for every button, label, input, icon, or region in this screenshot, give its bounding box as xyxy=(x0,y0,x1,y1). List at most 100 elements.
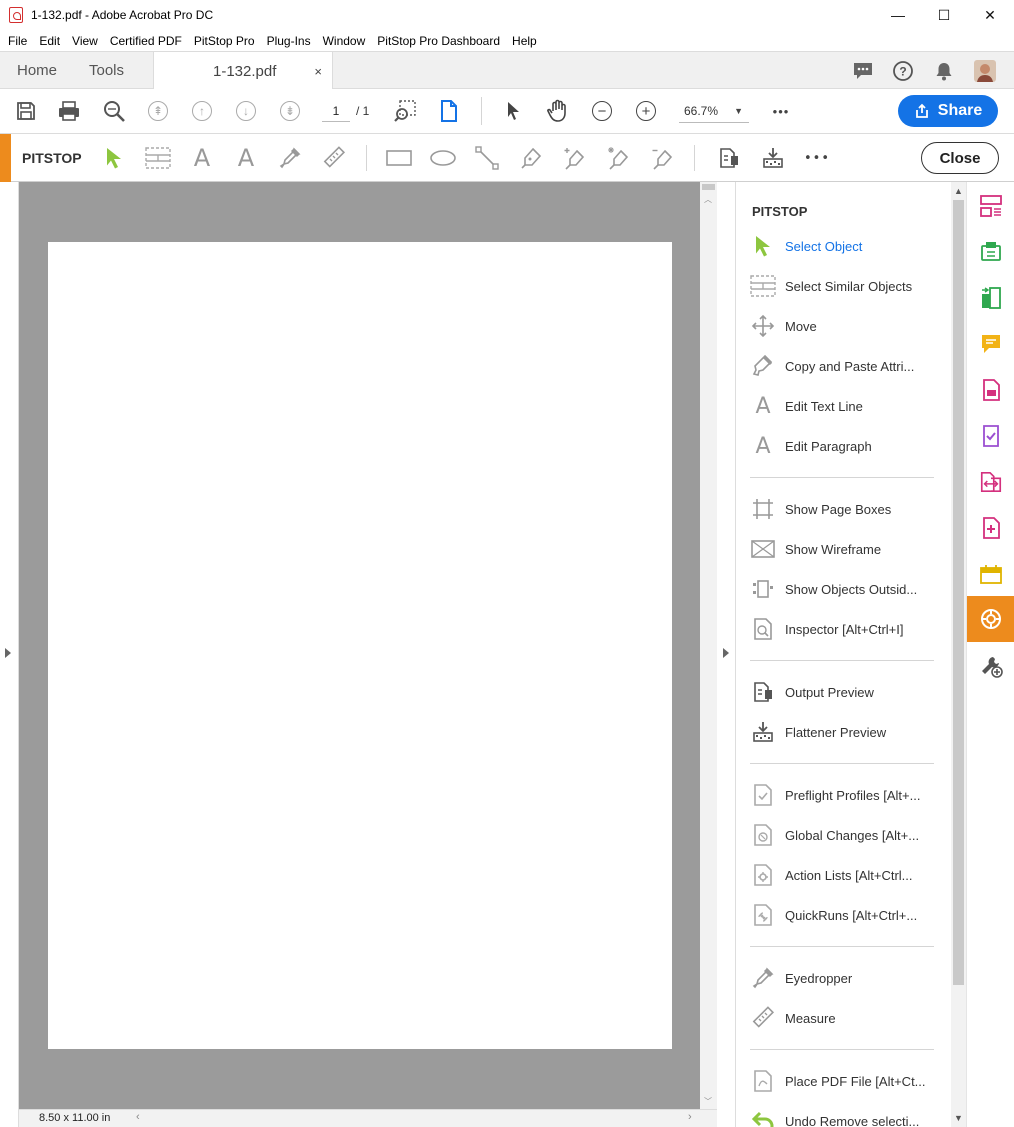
previous-page-icon[interactable]: ↑ xyxy=(189,98,215,124)
tab-close-icon[interactable]: × xyxy=(314,64,322,79)
output-preview-tool-icon[interactable] xyxy=(715,145,743,171)
panel-item-select-object[interactable]: Select Object xyxy=(736,226,951,266)
menu-file[interactable]: File xyxy=(2,34,33,48)
panel-item-flattener-preview[interactable]: Flattener Preview xyxy=(736,712,951,752)
menu-window[interactable]: Window xyxy=(317,34,372,48)
add-anchor-tool-icon[interactable] xyxy=(561,145,589,171)
panel-item-show-objects-outside[interactable]: Show Objects Outsid... xyxy=(736,569,951,609)
select-object-tool-icon[interactable] xyxy=(100,145,128,171)
panel-item-preflight-profiles[interactable]: Preflight Profiles [Alt+... xyxy=(736,775,951,815)
panel-item-edit-text-line[interactable]: A Edit Text Line xyxy=(736,386,951,426)
panel-item-move[interactable]: Move xyxy=(736,306,951,346)
scrollbar-thumb[interactable] xyxy=(702,184,715,190)
zoom-level-select[interactable]: 66.7% ▼ xyxy=(679,99,749,123)
last-page-icon[interactable]: ⇟ xyxy=(277,98,303,124)
menu-plug-ins[interactable]: Plug-Ins xyxy=(261,34,317,48)
panel-item-action-lists[interactable]: Action Lists [Alt+Ctrl... xyxy=(736,855,951,895)
menu-certified-pdf[interactable]: Certified PDF xyxy=(104,34,188,48)
menu-pitstop-dashboard[interactable]: PitStop Pro Dashboard xyxy=(371,34,506,48)
more-tools-icon[interactable]: ••• xyxy=(768,98,794,124)
scroll-down-arrow-icon[interactable]: ﹀ xyxy=(704,1096,712,1107)
scroll-up-arrow-icon[interactable]: ︿ xyxy=(704,194,712,205)
panel-scrollbar-thumb[interactable] xyxy=(953,200,964,985)
rectangle-tool-icon[interactable] xyxy=(385,145,413,171)
export-pdf-icon[interactable] xyxy=(979,240,1003,264)
marquee-zoom-icon[interactable] xyxy=(392,98,418,124)
organize-pages-icon[interactable] xyxy=(979,194,1003,218)
panel-item-quickruns[interactable]: QuickRuns [Alt+Ctrl+... xyxy=(736,895,951,935)
close-pitstop-button[interactable]: Close xyxy=(921,142,999,174)
panel-scrollbar[interactable]: ▲ ▼ xyxy=(951,182,966,1127)
fill-sign-icon[interactable] xyxy=(979,424,1003,448)
ellipse-tool-icon[interactable] xyxy=(429,145,457,171)
tab-home[interactable]: Home xyxy=(17,52,57,89)
panel-item-show-wireframe[interactable]: Show Wireframe xyxy=(736,529,951,569)
edit-pdf-icon[interactable] xyxy=(979,286,1003,310)
save-icon[interactable] xyxy=(13,98,39,124)
pen-tool-icon[interactable] xyxy=(517,145,545,171)
comment-tool-icon[interactable] xyxy=(979,332,1003,356)
page-fit-icon[interactable] xyxy=(436,98,462,124)
select-tool-icon[interactable] xyxy=(501,98,527,124)
compare-files-icon[interactable] xyxy=(979,470,1003,494)
collapse-right-panel-icon[interactable] xyxy=(723,648,729,658)
help-icon[interactable]: ? xyxy=(892,60,914,82)
more-tools-wrench-icon[interactable] xyxy=(979,654,1003,678)
line-tool-icon[interactable] xyxy=(473,145,501,171)
zoom-in-icon[interactable]: + xyxy=(633,98,659,124)
comment-icon[interactable] xyxy=(852,60,874,82)
create-pdf-icon[interactable] xyxy=(979,378,1003,402)
enhance-pdf-icon[interactable] xyxy=(979,516,1003,540)
menu-pitstop-pro[interactable]: PitStop Pro xyxy=(188,34,261,48)
print-icon[interactable] xyxy=(56,98,82,124)
menu-edit[interactable]: Edit xyxy=(33,34,66,48)
pitstop-gear-icon[interactable] xyxy=(979,607,1003,631)
panel-item-output-preview[interactable]: Output Preview xyxy=(736,672,951,712)
edit-text-line-tool-icon[interactable]: A xyxy=(188,144,216,172)
scroll-left-arrow-icon[interactable]: ‹ xyxy=(136,1111,140,1123)
eyedropper-tool-icon[interactable] xyxy=(276,145,304,171)
panel-item-place-pdf-file[interactable]: Place PDF File [Alt+Ct... xyxy=(736,1061,951,1101)
tab-tools[interactable]: Tools xyxy=(89,52,124,89)
close-window-button[interactable]: ✕ xyxy=(967,0,1013,30)
measure-tool-icon[interactable] xyxy=(320,145,348,171)
pitstop-more-icon[interactable]: ••• xyxy=(803,145,831,171)
select-similar-tool-icon[interactable] xyxy=(144,145,172,171)
document-vertical-scrollbar[interactable]: ︿ ﹀ xyxy=(700,182,717,1109)
document-horizontal-scrollbar[interactable]: ‹ › xyxy=(19,1109,717,1127)
convert-anchor-tool-icon[interactable] xyxy=(605,145,633,171)
edit-paragraph-tool-icon[interactable]: A xyxy=(232,144,260,172)
panel-item-edit-paragraph[interactable]: A Edit Paragraph xyxy=(736,426,951,466)
remove-anchor-tool-icon[interactable] xyxy=(649,145,677,171)
notifications-bell-icon[interactable] xyxy=(933,60,955,82)
first-page-icon[interactable]: ⇞ xyxy=(145,98,171,124)
panel-item-global-changes[interactable]: Global Changes [Alt+... xyxy=(736,815,951,855)
expand-left-panel-icon[interactable] xyxy=(5,648,11,658)
panel-item-select-similar[interactable]: Select Similar Objects xyxy=(736,266,951,306)
menu-view[interactable]: View xyxy=(66,34,104,48)
panel-scroll-up-icon[interactable]: ▲ xyxy=(954,186,963,196)
panel-item-copy-paste-attributes[interactable]: Copy and Paste Attri... xyxy=(736,346,951,386)
zoom-out-icon[interactable]: − xyxy=(589,98,615,124)
next-page-icon[interactable]: ↓ xyxy=(233,98,259,124)
minimize-button[interactable]: — xyxy=(875,0,921,30)
maximize-button[interactable]: ☐ xyxy=(921,0,967,30)
flattener-preview-tool-icon[interactable] xyxy=(759,145,787,171)
hand-tool-icon[interactable] xyxy=(545,98,571,124)
tab-document[interactable]: 1-132.pdf × xyxy=(153,52,333,90)
panel-item-undo[interactable]: Undo Remove selecti... xyxy=(736,1101,951,1127)
panel-item-label: Flattener Preview xyxy=(785,724,887,740)
panel-item-measure[interactable]: Measure xyxy=(736,998,951,1038)
user-avatar[interactable] xyxy=(974,60,996,82)
stamp-icon[interactable] xyxy=(979,562,1003,586)
panel-item-eyedropper[interactable]: Eyedropper xyxy=(736,958,951,998)
panel-scroll-down-icon[interactable]: ▼ xyxy=(954,1113,963,1123)
panel-item-inspector[interactable]: Inspector [Alt+Ctrl+I] xyxy=(736,609,951,649)
pdf-page[interactable] xyxy=(48,242,672,1049)
page-number-input[interactable]: 1 xyxy=(322,100,350,122)
find-zoom-icon[interactable] xyxy=(101,98,127,124)
menu-help[interactable]: Help xyxy=(506,34,543,48)
panel-item-show-page-boxes[interactable]: Show Page Boxes xyxy=(736,489,951,529)
share-button[interactable]: Share xyxy=(898,95,998,127)
scroll-right-arrow-icon[interactable]: › xyxy=(688,1111,692,1123)
